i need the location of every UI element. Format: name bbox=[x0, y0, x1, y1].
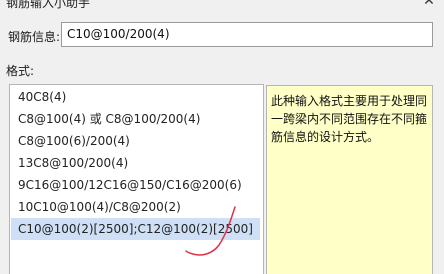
rebar-info-label: 钢筋信息: bbox=[8, 30, 61, 44]
list-item[interactable]: 13C8@100/200(4) bbox=[11, 152, 260, 174]
red-annotation-scribble bbox=[185, 206, 236, 256]
close-icon[interactable]: ✕ bbox=[422, 0, 436, 10]
list-item[interactable]: C8@100(6)/200(4) bbox=[11, 130, 260, 152]
format-description: 此种输入格式主要用于处理同一跨梁内不同范围存在不同箍筋信息的设计方式。 bbox=[266, 85, 433, 274]
list-item[interactable]: 40C8(4) bbox=[11, 86, 260, 108]
list-item[interactable]: C8@100(4) 或 C8@100/200(4) bbox=[11, 108, 260, 130]
format-label: 格式: bbox=[6, 64, 35, 78]
list-item[interactable]: 9C16@100/12C16@150/C16@200(6) bbox=[11, 174, 260, 196]
title-bar: 钢筋输入小助手 ✕ bbox=[0, 0, 444, 14]
window-title: 钢筋输入小助手 bbox=[6, 0, 91, 10]
rebar-info-input[interactable]: C10@100/200(4) bbox=[61, 22, 433, 47]
